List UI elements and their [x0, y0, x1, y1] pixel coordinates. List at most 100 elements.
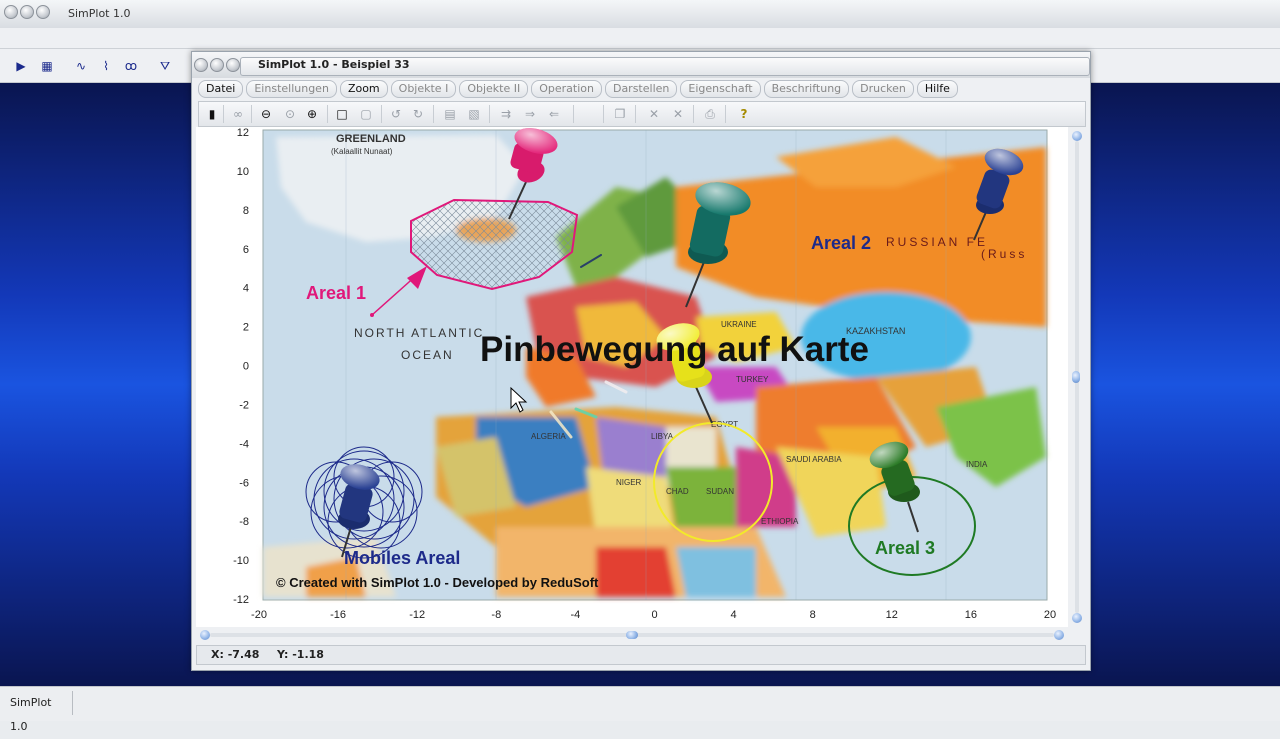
plot-title: Pinbewegung auf Karte [480, 330, 869, 369]
taskbar-item-simplot[interactable]: SimPlot 1.0 [4, 691, 73, 733]
menu-beschriftung[interactable]: Beschriftung [763, 80, 850, 98]
y-tick-label: -8 [239, 516, 249, 528]
map-label-turkey: TURKEY [736, 375, 769, 384]
y-tick-label: 2 [243, 322, 249, 334]
plot-svg[interactable]: GREENLAND (Kalaallit Nunaat) NORTH ATLAN… [196, 127, 1068, 627]
app-title-bar: SimPlot 1.0 [0, 0, 1280, 29]
map-label-algeria: ALGERIA [531, 432, 566, 441]
x-tick-label: 20 [1044, 609, 1056, 621]
scroll-right-button[interactable] [1054, 630, 1064, 640]
map-label-chad: CHAD [666, 487, 689, 496]
minimize-icon[interactable] [210, 58, 224, 72]
rotate-right-icon[interactable]: ↻ [409, 105, 427, 123]
scroll-left-button[interactable] [200, 630, 210, 640]
taskbar: SimPlot 1.0 [0, 686, 1280, 733]
vertical-scrollbar[interactable] [1070, 127, 1084, 627]
calculator-icon[interactable]: ▦ [38, 58, 56, 74]
y-tick-label: 4 [243, 283, 249, 295]
status-bar: X: -7.48 Y: -1.18 [196, 645, 1086, 665]
y-tick-label: 8 [243, 205, 249, 217]
y-tick-label: -2 [239, 399, 249, 411]
scroll-down-button[interactable] [1072, 613, 1082, 623]
x-axis-ticks: -20 -16 -12 -8 -4 0 4 8 12 16 20 [251, 609, 1056, 621]
close-icon[interactable] [194, 58, 208, 72]
areal-2-label: Areal 2 [811, 233, 871, 253]
menu-objekte-2[interactable]: Objekte II [459, 80, 529, 98]
print-icon[interactable]: ⎙ [701, 105, 719, 123]
menu-objekte-1[interactable]: Objekte I [390, 80, 457, 98]
rotate-left-icon[interactable]: ↺ [387, 105, 405, 123]
map-label-saudi: SAUDI ARABIA [786, 455, 842, 464]
arrow-right-icon[interactable]: ⇒ [521, 105, 539, 123]
y-tick-label: 12 [237, 127, 249, 139]
delete-icon[interactable]: ✕ [645, 105, 663, 123]
window-controls[interactable] [4, 5, 50, 19]
frame-icon[interactable]: ▢ [357, 105, 375, 123]
y-tick-label: 10 [237, 166, 249, 178]
move-icon[interactable]: ⇉ [497, 105, 515, 123]
y-tick-label: -12 [233, 594, 249, 606]
map-label-russia: RUSSIAN FE [886, 235, 988, 249]
menu-eigenschaft[interactable]: Eigenschaft [680, 80, 761, 98]
x-tick-label: -4 [571, 609, 581, 621]
maximize-icon[interactable] [226, 58, 240, 72]
menu-operation[interactable]: Operation [531, 80, 602, 98]
window-controls[interactable] [194, 58, 240, 72]
plot-window: SimPlot 1.0 - Beispiel 33 Datei Einstell… [191, 51, 1091, 671]
scroll-up-button[interactable] [1072, 131, 1082, 141]
delete-all-icon[interactable]: ✕ [669, 105, 687, 123]
menu-datei[interactable]: Datei [198, 80, 244, 98]
edit-table-icon[interactable]: ▧ [465, 105, 483, 123]
areal-3-label: Areal 3 [875, 538, 935, 558]
zoom-in-icon[interactable]: ⊕ [303, 105, 321, 123]
maximize-icon[interactable] [36, 5, 50, 19]
device-icon[interactable]: ▮ [203, 105, 221, 123]
table-icon[interactable]: ▤ [441, 105, 459, 123]
y-tick-label: -4 [239, 438, 249, 450]
copy-icon[interactable]: ❐ [611, 105, 629, 123]
vertical-scroll-thumb[interactable] [1072, 371, 1080, 383]
map-label-niger: NIGER [616, 478, 642, 487]
map-label-russia-sub: (Russ [981, 247, 1027, 261]
window-title-bar[interactable]: SimPlot 1.0 - Beispiel 33 [192, 52, 1090, 78]
square-icon[interactable]: □ [333, 105, 351, 123]
y-tick-label: 0 [243, 361, 249, 373]
menu-hilfe[interactable]: Hilfe [916, 80, 958, 98]
menu-drucken[interactable]: Drucken [852, 80, 914, 98]
x-tick-label: -20 [251, 609, 267, 621]
spiral-icon[interactable]: ꝏ [122, 58, 140, 74]
status-y-coordinate: Y: -1.18 [277, 648, 324, 661]
menu-darstellen[interactable]: Darstellen [604, 80, 678, 98]
minimize-icon[interactable] [20, 5, 34, 19]
glasses-icon[interactable]: ∞ [229, 105, 247, 123]
horizontal-scrollbar[interactable] [196, 628, 1068, 642]
x-tick-label: -8 [491, 609, 501, 621]
help-icon[interactable]: ? [735, 105, 753, 123]
zoom-icon[interactable]: ⊙ [281, 105, 299, 123]
x-tick-label: -16 [330, 609, 346, 621]
mobile-areal-label: Mobiles Areal [344, 548, 460, 568]
x-tick-label: 8 [810, 609, 816, 621]
line-chart-icon[interactable]: ∿ [72, 58, 90, 74]
horizontal-scroll-thumb[interactable] [626, 631, 638, 639]
plot-credit: © Created with SimPlot 1.0 - Developed b… [276, 575, 599, 590]
app-title: SimPlot 1.0 [68, 7, 131, 20]
plot-toolbar: ▮ ∞ ⊖ ⊙ ⊕ □ ▢ ↺ ↻ ▤ ▧ ⇉ ⇒ ⇐ ❐ ✕ ✕ ⎙ ? [198, 101, 1086, 127]
chart-icon[interactable]: ⌇ [97, 58, 115, 74]
x-tick-label: -12 [409, 609, 425, 621]
filter-icon[interactable]: ⛛ [156, 58, 174, 74]
y-tick-label: 6 [243, 244, 249, 256]
x-tick-label: 16 [965, 609, 977, 621]
x-tick-label: 12 [886, 609, 898, 621]
map-label-libya: LIBYA [651, 432, 674, 441]
plot-area[interactable]: GREENLAND (Kalaallit Nunaat) NORTH ATLAN… [196, 127, 1068, 627]
zoom-out-icon[interactable]: ⊖ [257, 105, 275, 123]
menu-einstellungen[interactable]: Einstellungen [246, 80, 337, 98]
arrow-left-icon[interactable]: ⇐ [545, 105, 563, 123]
close-icon[interactable] [4, 5, 18, 19]
y-tick-label: -10 [233, 555, 249, 567]
play-icon[interactable]: ▶ [12, 58, 30, 74]
menu-zoom[interactable]: Zoom [339, 80, 388, 98]
status-x-coordinate: X: -7.48 [211, 648, 260, 661]
menu-bar: Datei Einstellungen Zoom Objekte I Objek… [198, 80, 1084, 100]
